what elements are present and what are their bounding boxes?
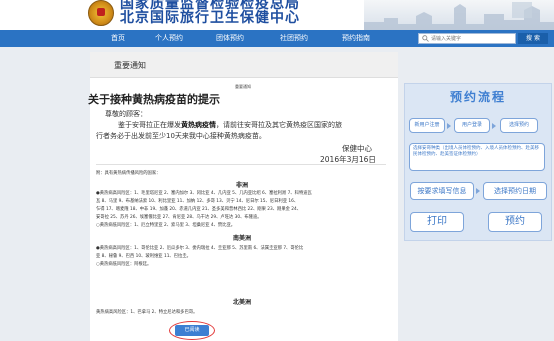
site-title-line2: 北京国际旅行卫生保健中心 — [120, 10, 300, 26]
region-line: 瓦 8、马里 9、布基纳法索 10、利比里亚 11、加纳 12、多哥 13、贝宁… — [96, 199, 299, 204]
nav-society-booking[interactable]: 社团预约 — [280, 30, 308, 47]
notice-signature: 保健中心 — [342, 144, 372, 153]
arrow-right-icon — [492, 123, 496, 129]
region-title-south-america: 南美洲 — [233, 235, 252, 242]
region-line: ●黄热病高风险区：1、毛里塔尼亚 2、塞内加尔 3、冈比亚 4、几内亚 5、几内… — [96, 191, 312, 196]
search-button[interactable]: 搜 索 — [518, 33, 548, 44]
search-input[interactable] — [431, 34, 515, 43]
notice-header-bar: 重要通知 — [90, 52, 398, 78]
region-line: 安哥拉 25、苏丹 26、埃塞俄比亚 27、肯尼亚 28、乌干达 29、卢旺达 … — [96, 215, 262, 220]
region-line: 亚 8、秘鲁 9、巴西 10、玻利维亚 11、巴拉圭。 — [96, 254, 191, 259]
nav-group-booking[interactable]: 团体预约 — [216, 30, 244, 47]
flow-step-select[interactable]: 选择预约 — [500, 118, 538, 133]
flow-step-print[interactable]: 打印 — [410, 212, 464, 232]
search-icon — [422, 35, 429, 42]
notice-divider — [96, 164, 386, 165]
region-line: 黄热病高风险区：1、巴拿马 2、特立尼达和多巴哥。 — [96, 310, 198, 315]
region-line: 乍得 17、喀麦隆 18、中非 19、加蓬 20、赤道几内亚 21、圣多美和普林… — [96, 207, 302, 212]
region-line: ○黄热病低风险区：阿根廷。 — [96, 262, 152, 267]
region-title-north-america: 北美洲 — [233, 299, 252, 306]
notice-label: 重要通知 — [235, 84, 251, 89]
notice-body-line1: 鉴于安哥拉正在爆发黄热病疫情，请前往安哥拉及其它黄热疫区国家的旅 — [118, 121, 342, 129]
region-line: ○黄热病低风险区：1、厄立特里亚 2、索马里 3、坦桑尼亚 4、赞比亚。 — [96, 223, 236, 228]
booking-flow-title: 预约流程 — [449, 90, 506, 104]
region-line: ●黄热病高风险区：1、哥伦比亚 2、厄瓜多尔 3、委内瑞拉 4、圭亚那 5、苏里… — [96, 246, 304, 251]
notice-headline: 关于接种黄热病疫苗的提示 — [88, 93, 220, 106]
flow-step-login[interactable]: 用户登录 — [454, 118, 490, 133]
notice-section-title: 重要通知 — [114, 61, 146, 70]
nav-booking-guide[interactable]: 预约指南 — [342, 30, 370, 47]
region-title-africa: 非洲 — [236, 182, 249, 189]
emblem-logo — [88, 0, 114, 26]
site-header: 国家质量监督检验检疫总局 北京国际旅行卫生保健中心 — [0, 0, 554, 30]
nav-personal-booking[interactable]: 个人预约 — [155, 30, 183, 47]
flow-step-book[interactable]: 预约 — [488, 212, 542, 232]
attachment-note: 附：具有黄热病传播风险的国家： — [96, 171, 161, 176]
read-button[interactable]: 已阅读 — [175, 325, 209, 336]
flow-step-choose-date[interactable]: 选择预约日期 — [483, 182, 547, 200]
flow-step-choose-type[interactable]: 选择安哥种类（出境人员体检预约、入境人员体检预约、赴美移民体检预约、赴美签证体检… — [409, 143, 545, 171]
flow-step-register[interactable]: 新用户注册 — [409, 118, 445, 133]
main-nav: 首页 个人预约 团体预约 社团预约 预约指南 搜 索 — [0, 30, 554, 47]
notice-body-line2: 行者务必于出发前至少10天来我中心接种黄热病疫苗。 — [96, 132, 266, 140]
notice-greeting: 尊敬的顾客： — [105, 110, 147, 118]
arrow-right-icon — [476, 188, 480, 194]
arrow-right-icon — [447, 123, 451, 129]
header-skyline-image — [364, 0, 554, 30]
flow-step-fill-info[interactable]: 按要求填写信息 — [410, 182, 474, 200]
nav-home[interactable]: 首页 — [111, 30, 125, 47]
search-field[interactable] — [418, 33, 516, 44]
